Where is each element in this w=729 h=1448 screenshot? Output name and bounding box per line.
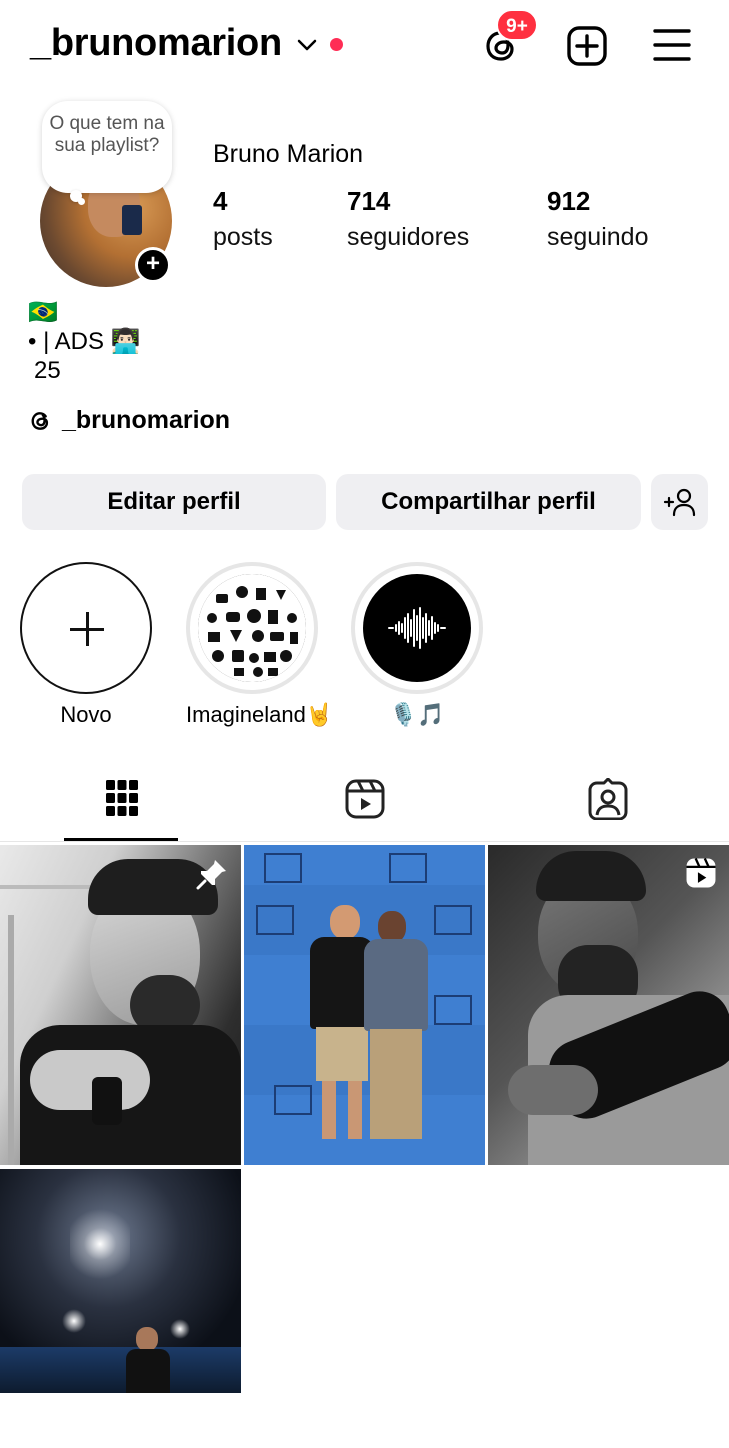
grid-icon (105, 780, 138, 816)
person-one-head-shape (330, 905, 360, 939)
new-highlight-circle (20, 562, 152, 694)
highlight-ring (351, 562, 483, 694)
person-arm-shape (30, 1050, 150, 1110)
top-bar: _brunomarion 9+ (0, 0, 729, 92)
post-thumbnail-1[interactable] (0, 845, 241, 1165)
highlight-imagineland[interactable]: Imagineland🤘 (186, 562, 334, 728)
stadium-light-shape (70, 1199, 130, 1289)
backdrop-logo (274, 1085, 312, 1115)
backdrop-logo (434, 905, 472, 935)
post-thumbnail-4[interactable] (0, 1169, 241, 1393)
highlight-label: Novo (60, 702, 112, 727)
tab-reels[interactable] (243, 764, 486, 842)
following-stat[interactable]: 912 seguindo (547, 186, 648, 252)
status-dot (330, 38, 343, 51)
reels-icon (345, 779, 384, 819)
highlight-cover-doodle (198, 574, 306, 682)
add-story-plus-icon[interactable]: + (135, 247, 171, 283)
notification-badge: 9+ (496, 9, 538, 41)
person-one-leg-shape (322, 1081, 336, 1139)
person-two-pants-shape (370, 1029, 422, 1139)
share-profile-button[interactable]: Compartilhar perfil (336, 474, 641, 530)
highlight-new[interactable]: Novo (20, 562, 152, 728)
backdrop-logo (256, 905, 294, 935)
watch-shape (92, 1077, 122, 1125)
plus-icon-vertical (86, 612, 89, 646)
post-thumbnail-2[interactable] (244, 845, 485, 1165)
person-head-shape (136, 1327, 158, 1351)
doodle-icons (198, 574, 306, 682)
profile-full-name: Bruno Marion (213, 140, 364, 168)
highlight-label: Imagineland🤘 (186, 702, 334, 727)
waveform-icon (388, 607, 446, 649)
bio-line: 25 (34, 357, 61, 384)
profile-tabs (0, 764, 729, 842)
posts-label: posts (213, 223, 273, 251)
create-post-icon[interactable] (565, 24, 609, 68)
reel-badge-icon (686, 858, 716, 888)
note-bubble[interactable]: O que tem na sua playlist? (42, 101, 172, 193)
highlight-ring (186, 562, 318, 694)
person-two-shirt-shape (364, 939, 428, 1031)
backdrop-logo (389, 853, 427, 883)
tagged-person-icon (588, 778, 627, 820)
tab-posts-grid[interactable] (0, 764, 243, 842)
followers-stat[interactable]: 714 seguidores (347, 186, 469, 252)
note-text: O que tem na sua playlist? (49, 113, 165, 156)
person-shirt-shape (126, 1349, 170, 1393)
note-bubble-tail-small (78, 198, 85, 205)
threads-profile-link[interactable]: _brunomarion (28, 406, 230, 435)
person-hair-shape (536, 851, 646, 901)
avatar-phone-shape (122, 205, 142, 235)
profile-bio: 🇧🇷 • | ADS 👨🏻‍💻 25 (28, 298, 141, 385)
account-username[interactable]: _brunomarion (30, 22, 282, 65)
person-one-leg-shape (348, 1081, 362, 1139)
highlight-cover-waveform (363, 574, 471, 682)
following-label: seguindo (547, 223, 649, 251)
add-person-icon (663, 488, 695, 517)
background-pillar-shape (8, 915, 14, 1165)
tabs-divider (0, 841, 729, 842)
edit-profile-button[interactable]: Editar perfil (22, 474, 326, 530)
following-count: 912 (547, 186, 591, 216)
menu-icon[interactable] (652, 26, 692, 64)
field-shape (0, 1347, 241, 1393)
bio-line: • | ADS 👨🏻‍💻 (28, 328, 141, 355)
person-one-shorts-shape (316, 1027, 368, 1081)
backdrop-logo (264, 853, 302, 883)
threads-small-icon (31, 411, 49, 430)
highlight-audio[interactable]: 🎙️🎵 (351, 562, 483, 728)
posts-stat[interactable]: 4 posts (213, 186, 273, 252)
threads-handle: _brunomarion (62, 406, 231, 434)
person-hand-shape (508, 1065, 598, 1115)
tab-tagged[interactable] (486, 764, 729, 842)
discover-people-button[interactable] (651, 474, 708, 530)
followers-count: 714 (347, 186, 391, 216)
highlight-label: 🎙️🎵 (389, 702, 445, 727)
backdrop-logo (434, 995, 472, 1025)
followers-label: seguidores (347, 223, 470, 251)
bio-line: 🇧🇷 (28, 299, 58, 326)
chevron-down-icon[interactable] (296, 36, 318, 54)
stadium-light-shape (62, 1309, 86, 1333)
post-thumbnail-3[interactable] (488, 845, 729, 1165)
stadium-light-shape (170, 1319, 190, 1339)
posts-count: 4 (213, 186, 228, 216)
pin-icon (196, 860, 226, 890)
